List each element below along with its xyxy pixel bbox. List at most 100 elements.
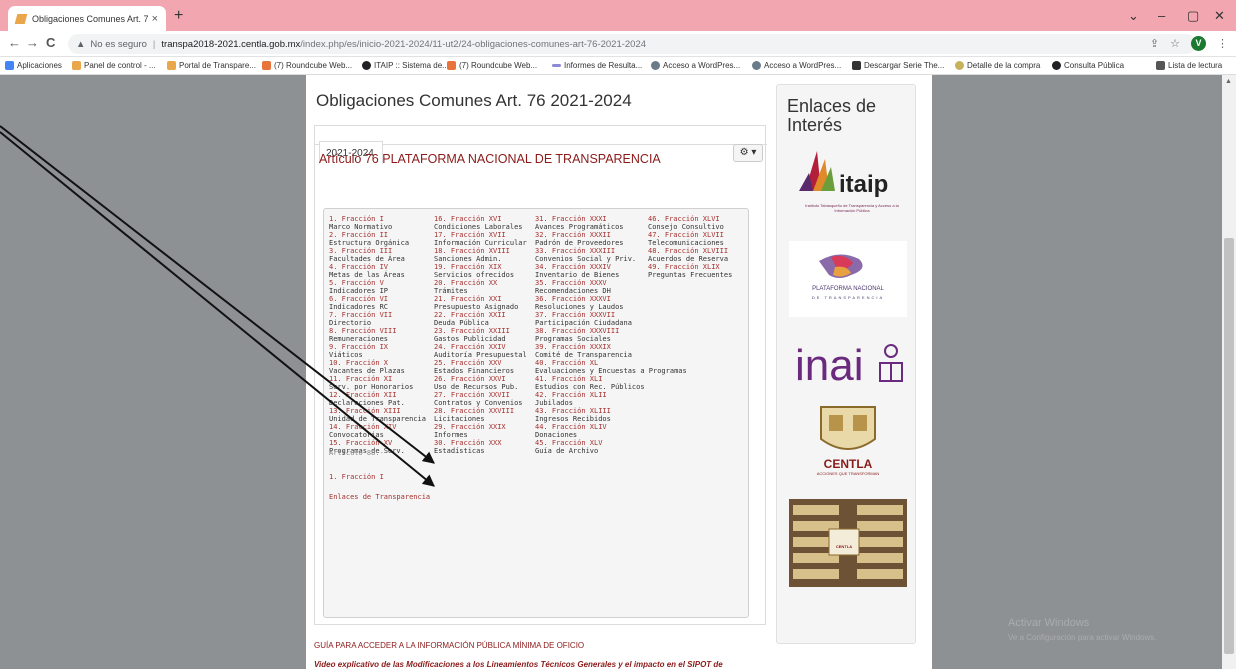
fraccion-link[interactable]: 24. Fracción XXIV <box>434 343 506 351</box>
globe-icon <box>1052 61 1061 70</box>
scrollbar-thumb[interactable] <box>1224 238 1234 654</box>
fraccion-description: Trámites <box>434 287 468 295</box>
bookmark-label: Detalle de la compra <box>967 61 1041 70</box>
art88-fraccion-link[interactable]: 1. Fracción I <box>329 473 384 481</box>
fraccion-link[interactable]: 42. Fracción XLII <box>535 391 607 399</box>
reload-button[interactable]: C <box>46 35 55 50</box>
fraccion-link[interactable]: 14. Fracción XIV <box>329 423 396 431</box>
fraccion-link[interactable]: 8. Fracción VIII <box>329 327 396 335</box>
fraccion-link[interactable]: 34. Fracción XXXIV <box>535 263 611 271</box>
fraccion-link[interactable]: 27. Fracción XXVII <box>434 391 510 399</box>
browser-tab[interactable]: Obligaciones Comunes Art. 76 2( × <box>8 6 166 31</box>
fraccion-link[interactable]: 23. Fracción XXIII <box>434 327 510 335</box>
fraccion-link[interactable]: 3. Fracción III <box>329 247 392 255</box>
fraccion-link[interactable]: 41. Fracción XLI <box>535 375 602 383</box>
fraccion-link[interactable]: 7. Fracción VII <box>329 311 392 319</box>
fraccion-link[interactable]: 12. Fracción XII <box>329 391 396 399</box>
bookmark-item[interactable]: Panel de control - ... <box>72 61 156 70</box>
fraccion-link[interactable]: 37. Fracción XXXVII <box>535 311 615 319</box>
bookmark-item[interactable]: Aplicaciones <box>5 61 62 70</box>
fraccion-link[interactable]: 45. Fracción XLV <box>535 439 602 447</box>
fraccion-link[interactable]: 46. Fracción XLVI <box>648 215 720 223</box>
fraccion-link[interactable]: 19. Fracción XIX <box>434 263 501 271</box>
menu-icon[interactable]: ⋮ <box>1217 37 1228 50</box>
fraccion-link[interactable]: 49. Fracción XLIX <box>648 263 720 271</box>
itaip-subtitle: Instituto Tabasqueño de Transparencia y … <box>805 203 899 213</box>
fraccion-link[interactable]: 13. Fracción XIII <box>329 407 401 415</box>
fraccion-link[interactable]: 1. Fracción I <box>329 215 384 223</box>
bookmark-item[interactable]: Descargar Serie The... <box>852 61 944 70</box>
archivo-image[interactable]: CENTLA <box>789 499 907 587</box>
bookmark-label: Informes de Resulta... <box>564 61 643 70</box>
fraccion-link[interactable]: 2. Fracción II <box>329 231 388 239</box>
fraccion-link[interactable]: 25. Fracción XXV <box>434 359 501 367</box>
fraccion-description: Uso de Recursos Pub. <box>434 383 519 391</box>
bookmark-label: Acceso a WordPres... <box>663 61 741 70</box>
back-button[interactable]: ← <box>8 35 21 50</box>
bookmark-item[interactable]: Acceso a WordPres... <box>752 61 841 70</box>
tab-search-icon[interactable]: ⌄ <box>1128 8 1139 24</box>
fraccion-description: Donaciones <box>535 431 578 439</box>
bookmark-item[interactable]: Acceso a WordPres... <box>651 61 740 70</box>
fraccion-link[interactable]: 11. Fracción XI <box>329 375 392 383</box>
star-icon[interactable]: ☆ <box>1170 37 1180 50</box>
fraccion-link[interactable]: 39. Fracción XXXIX <box>535 343 611 351</box>
fraccion-link[interactable]: 40. Fracción XL <box>535 359 598 367</box>
fraccion-link[interactable]: 30. Fracción XXX <box>434 439 501 447</box>
fraccion-link[interactable]: 9. Fracción IX <box>329 343 388 351</box>
fraccion-link[interactable]: 28. Fracción XXVIII <box>434 407 514 415</box>
share-icon[interactable]: ⇪ <box>1150 37 1159 50</box>
fraccion-link[interactable]: 22. Fracción XXII <box>434 311 506 319</box>
warning-icon[interactable]: ▲ <box>76 39 85 50</box>
fraccion-link[interactable]: 20. Fracción XX <box>434 279 497 287</box>
fraccion-link[interactable]: 10. Fracción X <box>329 359 388 367</box>
fraccion-link[interactable]: 29. Fracción XXIX <box>434 423 506 431</box>
fraccion-link[interactable]: 16. Fracción XVI <box>434 215 501 223</box>
fraccion-link[interactable]: 44. Fracción XLIV <box>535 423 607 431</box>
minimize-button[interactable]: – <box>1158 8 1165 23</box>
forward-button[interactable]: → <box>26 35 39 50</box>
tab-close-icon[interactable]: × <box>152 13 158 25</box>
fraccion-link[interactable]: 32. Fracción XXXII <box>535 231 611 239</box>
fraccion-link[interactable]: 4. Fracción IV <box>329 263 388 271</box>
bookmark-item[interactable]: Informes de Resulta... <box>552 61 642 70</box>
maximize-button[interactable]: ▢ <box>1187 8 1199 24</box>
fraccion-link[interactable]: 38. Fracción XXXVIII <box>535 327 619 335</box>
bookmark-item[interactable]: Portal de Transpare... <box>167 61 256 70</box>
guide-link[interactable]: GUÍA PARA ACCEDER A LA INFORMACIÓN PÚBLI… <box>314 641 584 650</box>
inai-logo[interactable]: inai <box>789 331 907 401</box>
fraccion-link[interactable]: 31. Fracción XXXI <box>535 215 607 223</box>
new-tab-button[interactable]: + <box>174 7 183 25</box>
fraccion-link[interactable]: 17. Fracción XVII <box>434 231 506 239</box>
bookmark-item[interactable]: Detalle de la compra <box>955 61 1040 70</box>
fraccion-link[interactable]: 5. Fracción V <box>329 279 384 287</box>
fraccion-link[interactable]: 47. Fracción XLVII <box>648 231 724 239</box>
profile-avatar[interactable]: V <box>1191 36 1206 51</box>
address-bar[interactable]: ▲ No es seguro | transpa2018-2021.centla… <box>68 34 1196 54</box>
fraccion-link[interactable]: 26. Fracción XXVI <box>434 375 506 383</box>
bookmark-item[interactable]: ITAIP :: Sistema de... <box>362 61 449 70</box>
fraccion-link[interactable]: 18. Fracción XVIII <box>434 247 510 255</box>
fraccion-link[interactable]: 43. Fracción XLIII <box>535 407 611 415</box>
fraccion-link[interactable]: 21. Fracción XXI <box>434 295 501 303</box>
video-link[interactable]: Video explicativo de las Modificaciones … <box>314 660 723 669</box>
bookmark-item[interactable]: (7) Roundcube Web... <box>262 61 352 70</box>
plataforma-logo[interactable]: PLATAFORMA NACIONAL DE TRANSPARENCIA <box>789 241 907 317</box>
scroll-up-icon[interactable]: ▲ <box>1225 78 1232 85</box>
reading-list-button[interactable]: Lista de lectura <box>1156 61 1222 70</box>
fraccion-link[interactable]: 36. Fracción XXXVI <box>535 295 611 303</box>
fraccion-description: Sanciones Admin. <box>434 255 502 263</box>
itaip-logo[interactable]: itaip Instituto Tabasqueño de Transparen… <box>789 143 907 221</box>
scrollbar[interactable]: ▲ <box>1222 75 1236 669</box>
fraccion-link[interactable]: 48. Fracción XLVIII <box>648 247 728 255</box>
gear-dropdown-button[interactable]: ⚙ ▾ <box>733 144 763 162</box>
bookmark-item[interactable]: Consulta Pública <box>1052 61 1124 70</box>
fraccion-link[interactable]: 15. Fracción XV <box>329 439 392 447</box>
fraccion-link[interactable]: 35. Fracción XXXV <box>535 279 607 287</box>
close-window-button[interactable]: ✕ <box>1214 8 1225 24</box>
enlaces-transparencia-link[interactable]: Enlaces de Transparencia <box>329 493 430 501</box>
fraccion-link[interactable]: 33. Fracción XXXIII <box>535 247 615 255</box>
bookmark-item[interactable]: (7) Roundcube Web... <box>447 61 537 70</box>
centla-logo[interactable]: CENTLA ACCIONES QUE TRANSFORMAN <box>789 403 907 489</box>
fraccion-link[interactable]: 6. Fracción VI <box>329 295 388 303</box>
